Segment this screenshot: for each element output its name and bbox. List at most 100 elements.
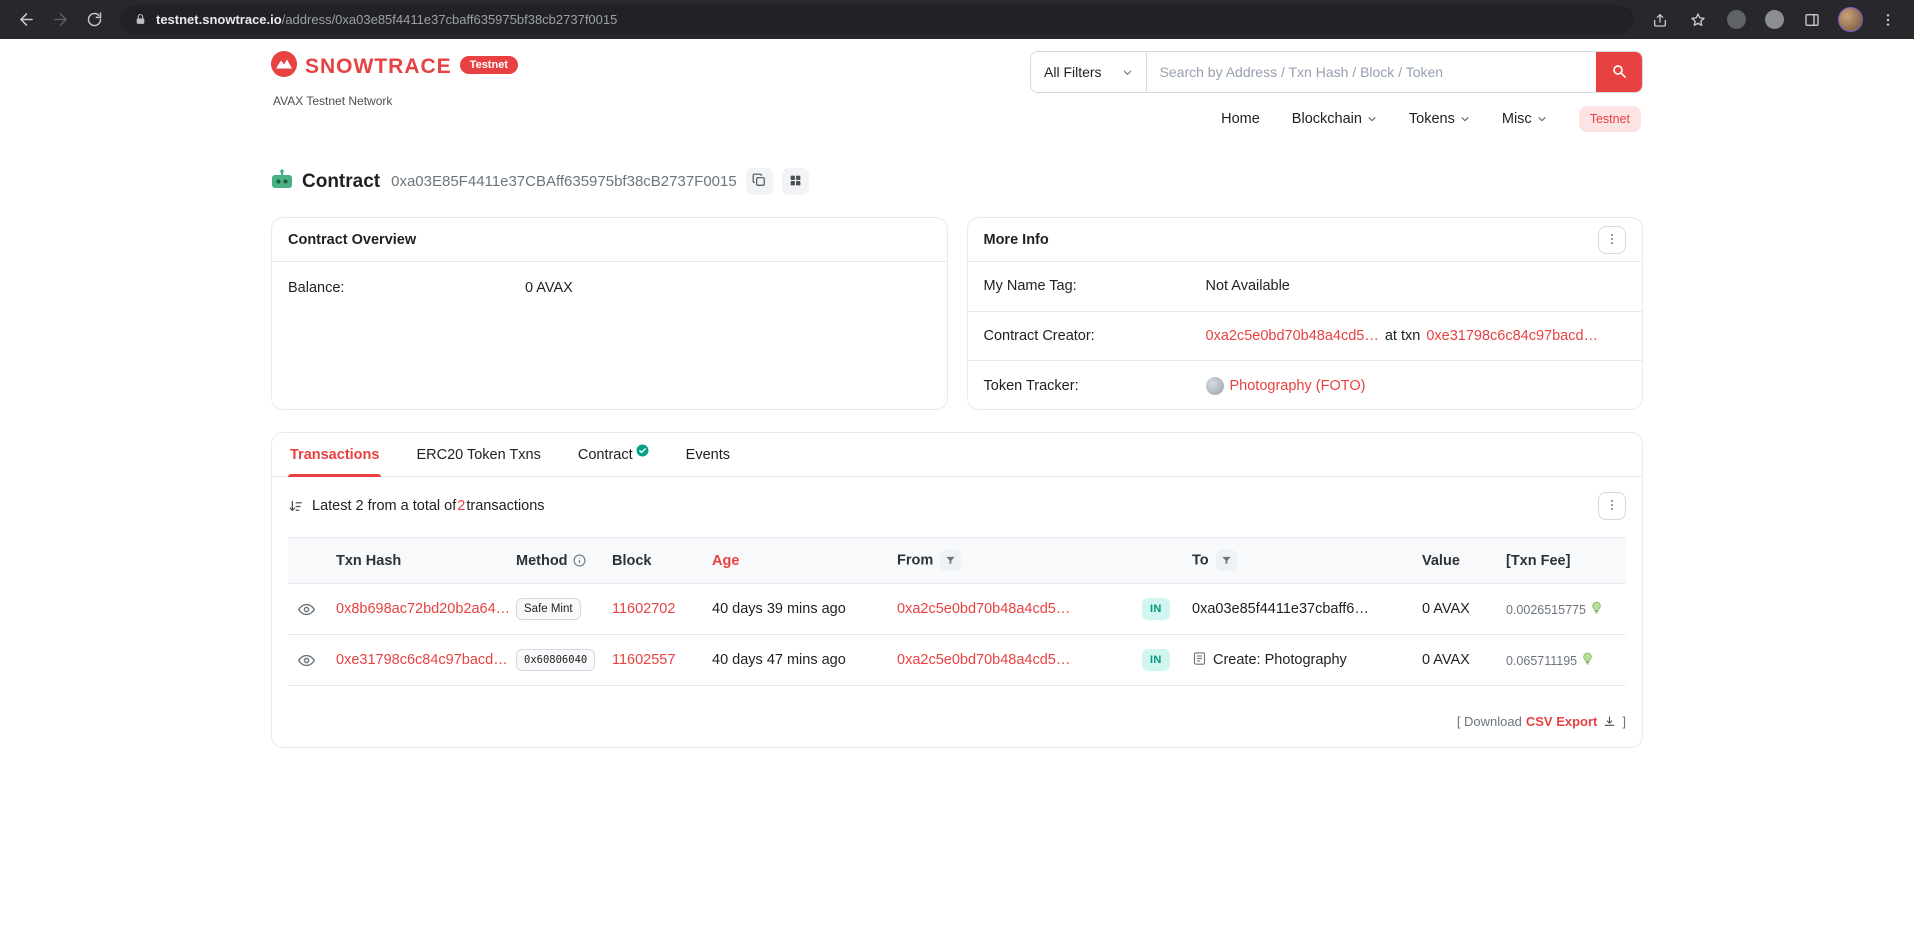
token-tracker-row: Token Tracker: Photography (FOTO): [968, 361, 1643, 410]
transactions-panel: Transactions ERC20 Token Txns Contract E…: [271, 432, 1643, 748]
nav-home[interactable]: Home: [1221, 111, 1260, 127]
nav-misc[interactable]: Misc: [1502, 111, 1547, 127]
brand-name: SNOWTRACE: [305, 55, 452, 79]
search-bar: All Filters: [1030, 51, 1643, 93]
block-link[interactable]: 11602557: [612, 652, 675, 668]
tab-contract[interactable]: Contract: [576, 433, 651, 476]
snowtrace-logo[interactable]: SNOWTRACE Testnet: [271, 51, 518, 82]
url-text: testnet.snowtrace.io/address/0xa03e85f44…: [156, 12, 617, 27]
all-filters-dropdown[interactable]: All Filters: [1031, 52, 1147, 92]
side-panel-icon[interactable]: [1796, 4, 1828, 36]
col-block: Block: [604, 538, 704, 584]
share-icon[interactable]: [1644, 4, 1676, 36]
chevron-down-icon: [1537, 114, 1547, 124]
creator-connector-text: at txn: [1385, 328, 1420, 344]
transaction-row: 0x8b698ac72bd20b2a64… Safe Mint 11602702…: [288, 584, 1626, 635]
value-text: 0 AVAX: [1422, 601, 1470, 617]
copy-address-button[interactable]: [746, 168, 773, 195]
age-text: 40 days 39 mins ago: [712, 601, 846, 617]
copy-icon: [752, 173, 766, 190]
url-path: /address/0xa03e85f4411e37cbaff635975bf38…: [282, 12, 618, 27]
preview-eye-icon[interactable]: [296, 650, 317, 671]
info-icon[interactable]: [573, 554, 586, 567]
txn-hash-link[interactable]: 0x8b698ac72bd20b2a64…: [336, 601, 508, 617]
extension-icon-1[interactable]: [1720, 4, 1752, 36]
balance-label: Balance:: [288, 280, 525, 296]
csv-export-link[interactable]: CSV Export: [1526, 714, 1598, 729]
contract-robot-icon: [271, 169, 293, 195]
url-bar[interactable]: testnet.snowtrace.io/address/0xa03e85f44…: [120, 5, 1634, 34]
col-method: Method: [508, 538, 604, 584]
verified-check-icon: [636, 444, 649, 457]
block-link[interactable]: 11602702: [612, 601, 675, 617]
main-nav: Home Blockchain Tokens Misc Testnet: [1221, 106, 1643, 132]
back-icon[interactable]: [10, 4, 42, 36]
all-filters-label: All Filters: [1044, 64, 1102, 80]
chevron-down-icon: [1122, 67, 1133, 78]
contract-address: 0xa03E85F4411e37CBAff635975bf38cB2737F00…: [391, 173, 737, 190]
nav-tokens[interactable]: Tokens: [1409, 111, 1470, 127]
page-title: Contract: [302, 171, 380, 193]
col-age[interactable]: Age: [704, 538, 889, 584]
forward-icon[interactable]: [44, 4, 76, 36]
tab-transactions[interactable]: Transactions: [288, 433, 381, 476]
grid-icon: [789, 174, 802, 190]
download-bracket-text: ]: [1622, 714, 1626, 729]
tab-events[interactable]: Events: [684, 433, 732, 476]
from-address-link[interactable]: 0xa2c5e0bd70b48a4cd5…: [897, 601, 1070, 617]
method-badge[interactable]: 0x60806040: [516, 649, 595, 671]
brand-testnet-badge: Testnet: [460, 56, 518, 74]
sort-icon[interactable]: [288, 499, 303, 514]
chevron-down-icon: [1460, 114, 1470, 124]
transactions-summary: Latest 2 from a total of2transactions: [312, 498, 545, 514]
search-input[interactable]: [1147, 52, 1596, 92]
network-switch-button[interactable]: Testnet: [1579, 106, 1641, 132]
txn-hash-link[interactable]: 0xe31798c6c84c97bacd…: [336, 652, 508, 668]
tab-erc20-token-txns[interactable]: ERC20 Token Txns: [414, 433, 542, 476]
col-from: From: [889, 538, 1134, 584]
creator-address-link[interactable]: 0xa2c5e0bd70b48a4cd5…: [1206, 328, 1379, 344]
to-contract-text: Create: Photography: [1213, 652, 1347, 668]
to-filter-icon[interactable]: [1216, 550, 1237, 571]
reload-icon[interactable]: [78, 4, 110, 36]
name-tag-value: Not Available: [1206, 278, 1290, 294]
direction-badge: IN: [1142, 598, 1170, 620]
token-tracker-link[interactable]: Photography (FOTO): [1230, 378, 1366, 394]
transaction-row: 0xe31798c6c84c97bacd… 0x60806040 1160255…: [288, 635, 1626, 686]
snowtrace-logo-icon: [271, 51, 297, 82]
browser-menu-icon[interactable]: [1872, 4, 1904, 36]
apps-grid-button[interactable]: [782, 168, 809, 195]
col-txn-fee: [Txn Fee]: [1498, 538, 1626, 584]
download-bracket-text: [ Download: [1457, 714, 1522, 729]
table-header-row: Txn Hash Method Block Age From To Value …: [288, 538, 1626, 584]
transactions-table: Txn Hash Method Block Age From To Value …: [288, 537, 1626, 686]
download-icon: [1603, 715, 1616, 728]
token-logo-icon: [1206, 377, 1224, 395]
creator-label: Contract Creator:: [984, 328, 1206, 344]
gas-bulb-icon[interactable]: [1590, 602, 1603, 618]
profile-avatar[interactable]: [1834, 4, 1866, 36]
url-host: testnet.snowtrace.io: [156, 12, 282, 27]
token-tracker-label: Token Tracker:: [984, 378, 1206, 394]
to-address-text: 0xa03e85f4411e37cbaff6…: [1192, 601, 1369, 617]
from-address-link[interactable]: 0xa2c5e0bd70b48a4cd5…: [897, 652, 1070, 668]
txn-fee-text: 0.065711195: [1506, 654, 1577, 668]
search-button[interactable]: [1596, 52, 1642, 92]
csv-export-row: [ Download CSV Export ]: [288, 714, 1626, 729]
creator-txn-link[interactable]: 0xe31798c6c84c97bacd…: [1426, 328, 1598, 344]
from-filter-icon[interactable]: [940, 550, 961, 571]
extension-icon-2[interactable]: [1758, 4, 1790, 36]
page-title-row: Contract 0xa03E85F4411e37CBAff635975bf38…: [271, 168, 1643, 195]
transactions-count: 2: [457, 498, 465, 514]
more-info-menu-button[interactable]: [1598, 226, 1626, 254]
txn-fee-text: 0.0026515775: [1506, 603, 1586, 617]
bookmark-star-icon[interactable]: [1682, 4, 1714, 36]
method-badge[interactable]: Safe Mint: [516, 598, 581, 620]
gas-bulb-icon[interactable]: [1581, 653, 1594, 669]
preview-eye-icon[interactable]: [296, 599, 317, 620]
table-options-button[interactable]: [1598, 492, 1626, 520]
name-tag-row: My Name Tag: Not Available: [968, 262, 1643, 312]
nav-blockchain[interactable]: Blockchain: [1292, 111, 1377, 127]
more-info-card: More Info My Name Tag: Not Available Con…: [967, 217, 1644, 410]
col-to: To: [1184, 538, 1414, 584]
